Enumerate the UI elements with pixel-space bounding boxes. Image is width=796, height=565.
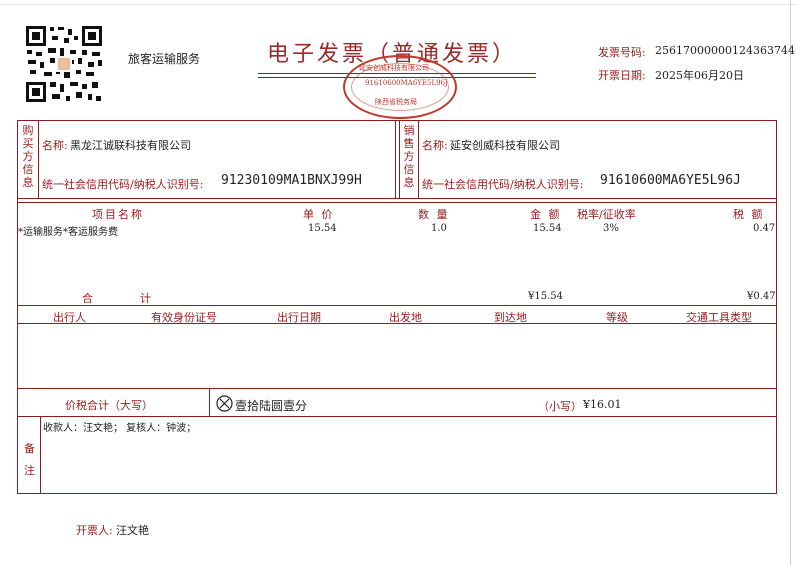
travel-header-bottom: [17, 323, 777, 324]
col-tax: 税 额: [733, 208, 765, 221]
total-label-2: 计: [140, 292, 151, 305]
party-section-bottom: [17, 198, 777, 199]
buyer-tax-label: 统一社会信用代码/纳税人识别号:: [42, 178, 204, 191]
party-divider-2: [399, 120, 400, 198]
seller-name: 延安创威科技有限公司: [450, 139, 560, 152]
invoice-no: 25617000000124363744: [655, 44, 795, 57]
sum-lower: ¥16.01: [583, 398, 622, 411]
stamp-code: 91610600MA6YE5L96J: [365, 79, 448, 87]
total-tax: ¥0.47: [747, 291, 776, 302]
invoice-page: 旅客运输服务 电子发票（普通发票） 延安创威科技有限公司 91610600MA6…: [0, 0, 796, 565]
seller-tax-id: 91610600MA6YE5L96J: [600, 173, 741, 188]
qr-code-icon: [24, 24, 104, 104]
stamp-top-text: 延安创威科技有限公司: [359, 64, 429, 72]
seller-side-label: 销售方信息: [403, 124, 415, 189]
buyer-tax-id: 91230109MA1BNXJ99H: [221, 173, 362, 188]
sum-lower-label: （小写）: [538, 400, 582, 413]
issue-date: 2025年06月20日: [655, 69, 744, 82]
item-name: *运输服务*客运服务费: [18, 227, 118, 238]
buyer-side-label: 购买方信息: [22, 124, 34, 189]
invoice-no-label: 发票号码:: [598, 46, 646, 59]
seller-name-label: 名称:: [422, 139, 448, 152]
item-unit-price: 15.54: [308, 223, 337, 234]
item-tax-rate: 3%: [603, 223, 619, 234]
sum-label: 价税合计（大写）: [65, 399, 153, 412]
page-right-edge: [790, 0, 791, 565]
service-type: 旅客运输服务: [128, 52, 201, 66]
stamp-bottom-text: 陕西省税务局: [375, 98, 417, 106]
buyer-label-divider: [38, 120, 39, 198]
item-quantity: 1.0: [431, 223, 447, 234]
col-quantity: 数 量: [418, 208, 450, 221]
remarks-label-2: 注: [24, 464, 35, 477]
remarks-text: 收款人：汪文艳； 复核人：钟波；: [43, 423, 197, 434]
sum-upper: 壹拾陆圆壹分: [235, 399, 308, 413]
remarks-divider: [40, 416, 41, 494]
items-section-top: [17, 202, 777, 203]
seller-tax-label: 统一社会信用代码/纳税人识别号:: [422, 178, 584, 191]
buyer-name: 黑龙江诚联科技有限公司: [70, 139, 191, 152]
item-amount: 15.54: [533, 223, 562, 234]
table-left-border: [17, 120, 18, 494]
sum-row-divider: [209, 388, 210, 416]
col-tax-rate: 税率/征收率: [577, 208, 636, 221]
issuer-name: 汪文艳: [116, 524, 149, 537]
page-top-edge: [0, 4, 796, 5]
tax-stamp: 延安创威科技有限公司 91610600MA6YE5L96J 陕西省税务局: [343, 55, 457, 119]
total-label-1: 合: [82, 292, 93, 305]
cross-circle-icon: [216, 395, 233, 412]
item-tax: 0.47: [753, 223, 776, 234]
seller-label-divider: [418, 120, 419, 198]
buyer-name-label: 名称:: [42, 139, 68, 152]
table-right-border: [776, 120, 777, 494]
col-unit-price: 单 价: [303, 208, 335, 221]
issue-date-label: 开票日期:: [598, 69, 646, 82]
party-divider-1: [395, 120, 396, 198]
total-amount: ¥15.54: [528, 291, 563, 302]
remarks-label-1: 备: [24, 442, 35, 455]
col-item-name: 项目名称: [92, 208, 144, 221]
table-top-border: [17, 120, 777, 121]
sum-row-bottom: [17, 416, 777, 417]
col-amount: 金 额: [530, 208, 562, 221]
table-bottom-border: [17, 493, 777, 494]
items-section-bottom: [17, 305, 777, 306]
issuer-label: 开票人:: [76, 524, 113, 537]
travel-section-bottom: [17, 388, 777, 389]
